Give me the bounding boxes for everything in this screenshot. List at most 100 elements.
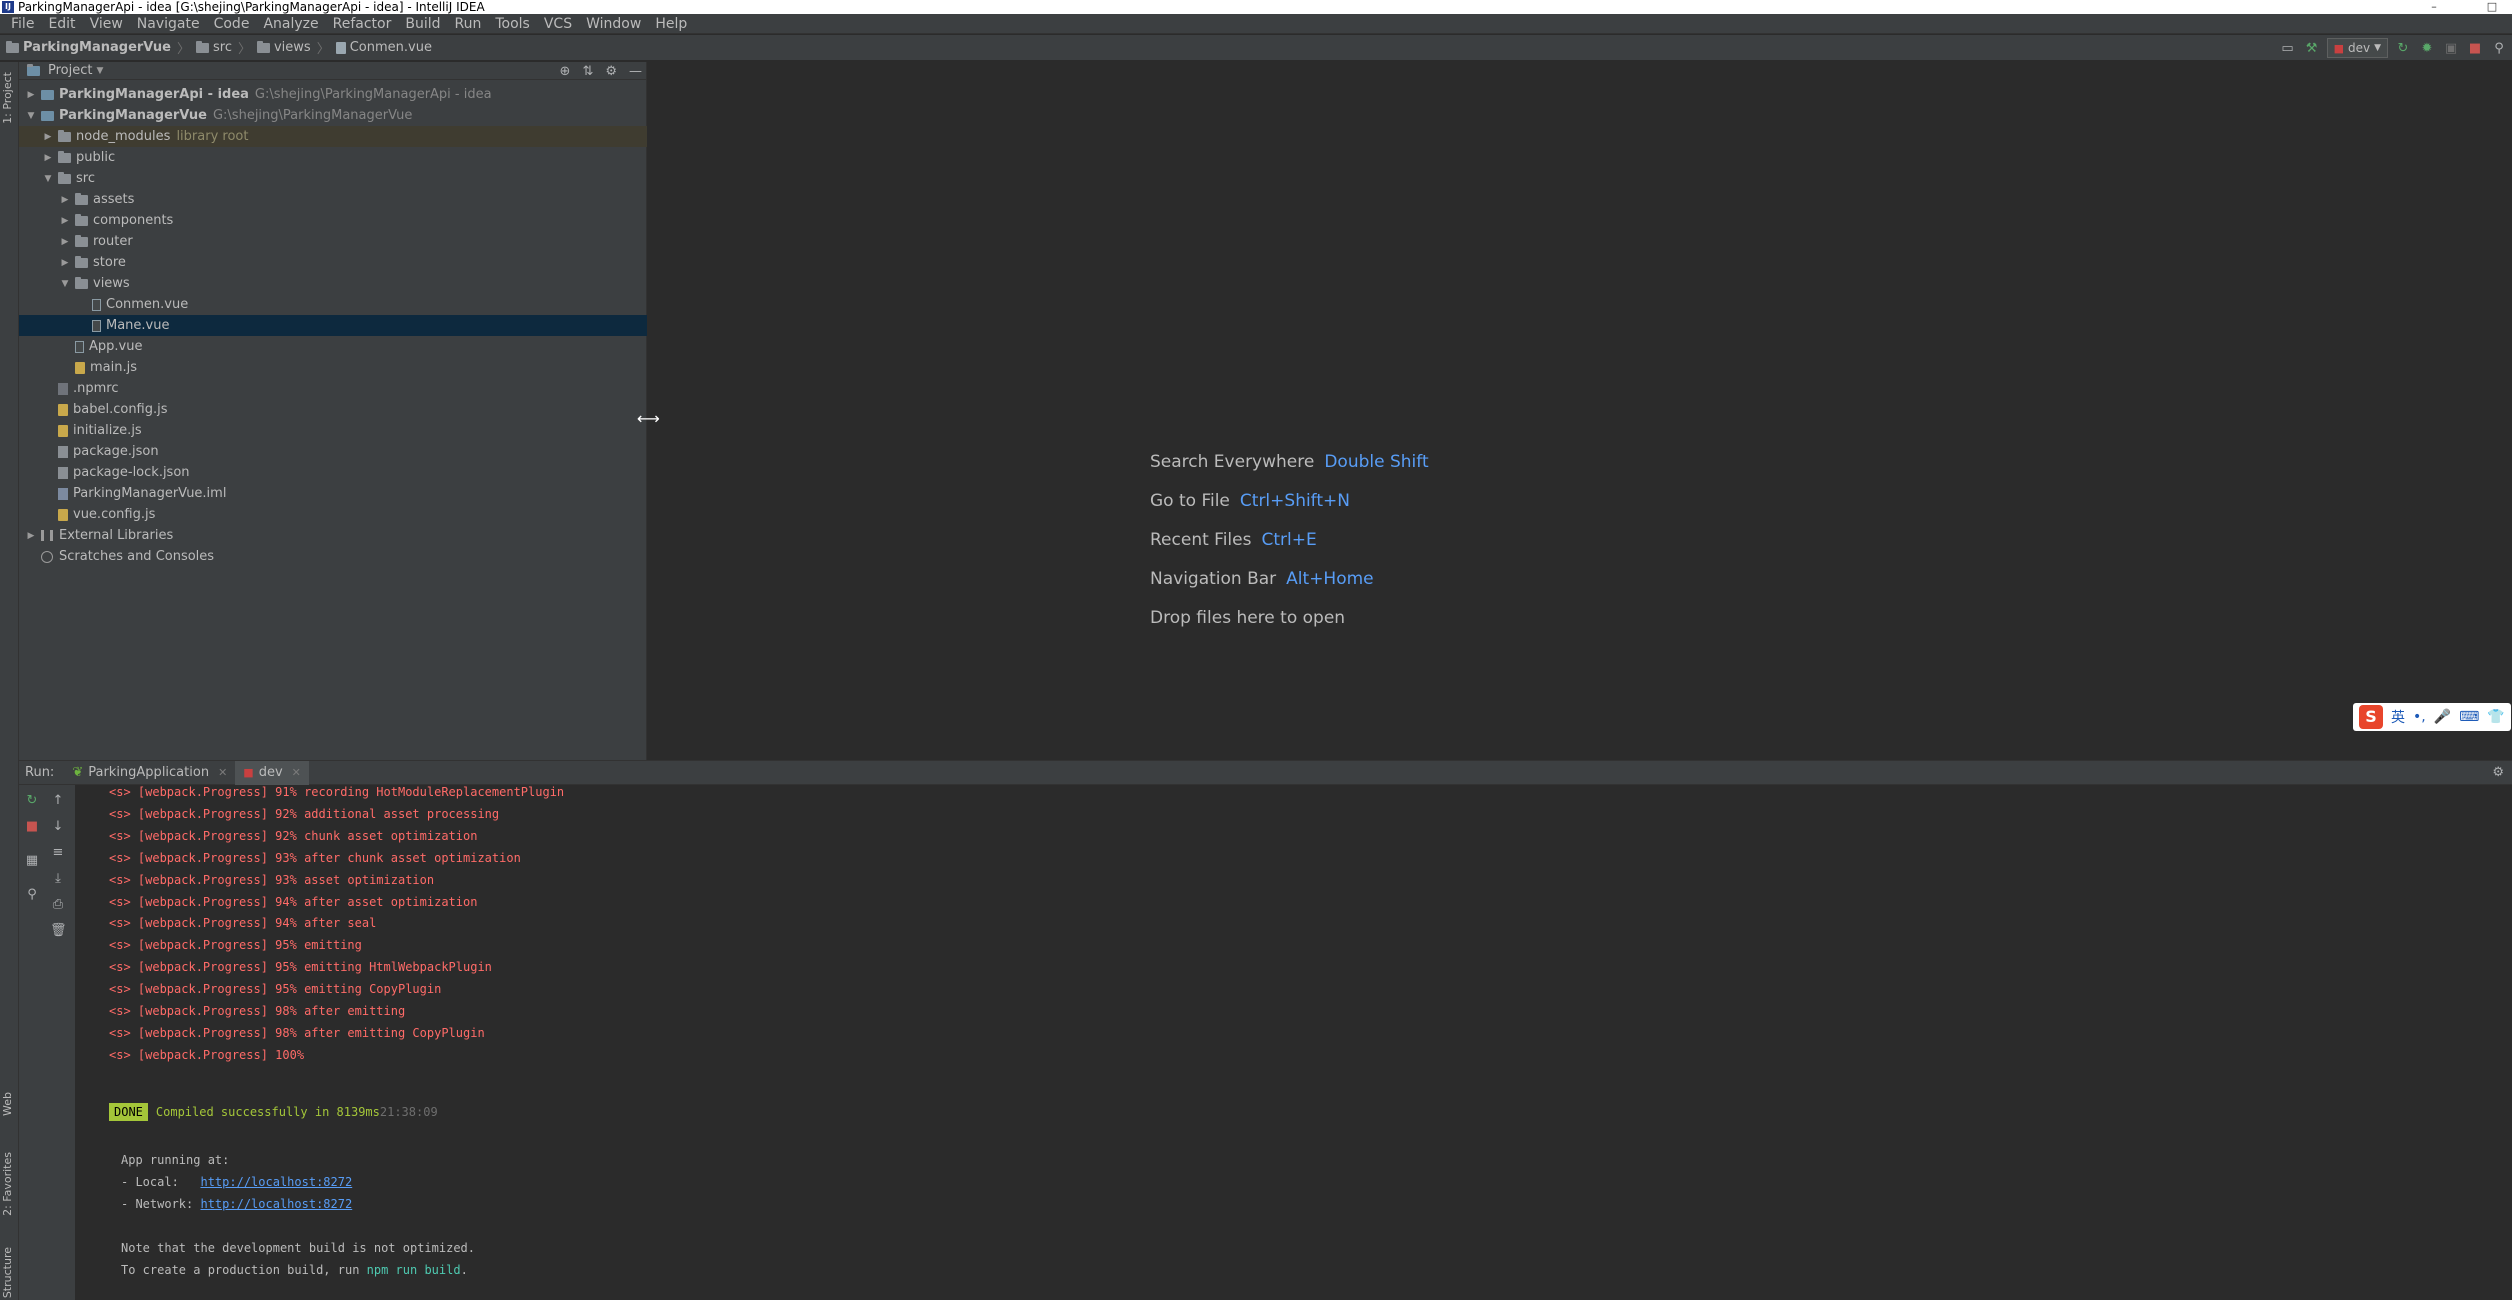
collapse-all-icon[interactable]: ⇅ [582,64,593,79]
collapsed-arrow-icon[interactable]: ▶ [25,531,37,541]
editor-empty-area[interactable]: Search Everywhere Double Shift Go to File C… [648,62,2512,760]
menu-tools[interactable]: Tools [488,16,537,32]
web-tool-tab[interactable]: Web [1,1092,18,1116]
tree-item[interactable]: ▶ public [19,147,647,168]
tree-item[interactable]: ▼ ParkingManagerVue G:\shejing\ParkingMana… [19,105,647,126]
menu-navigate[interactable]: Navigate [130,16,207,32]
soft-wrap-icon[interactable]: ≡ [50,845,66,861]
locate-icon[interactable]: ⊕ [560,64,571,79]
tree-item[interactable]: ParkingManagerVue.iml [19,483,647,504]
menu-window[interactable]: Window [579,16,648,32]
project-tool-tab[interactable]: 1: Project [1,72,18,124]
project-view-selector[interactable]: Project ▼ [27,63,103,78]
gear-icon[interactable]: ⚙ [605,64,617,79]
scroll-up-icon[interactable]: ↑ [50,793,66,809]
json-file-icon [58,445,68,458]
network-url-link[interactable]: http://localhost:8272 [200,1197,352,1211]
coverage-icon[interactable]: ▣ [2442,39,2460,57]
tree-item[interactable]: package.json [19,441,647,462]
tree-item[interactable]: ▶ assets [19,189,647,210]
breadcrumb-views[interactable]: views [274,40,311,55]
ime-microphone-icon[interactable]: 🎤 [2434,709,2451,725]
ime-keyboard-icon[interactable]: ⌨ [2459,709,2479,725]
tree-item[interactable]: main.js [19,357,647,378]
collapsed-arrow-icon[interactable]: ▶ [59,237,71,247]
debug-icon[interactable]: ✹ [2418,39,2436,57]
tree-item[interactable]: ▶ node_modules library root [19,126,647,147]
expanded-arrow-icon[interactable]: ▼ [42,174,54,184]
hide-icon[interactable]: — [629,64,642,79]
breadcrumb-project[interactable]: ParkingManagerVue [23,40,171,55]
structure-tool-tab[interactable]: Structure [1,1247,18,1298]
maximize-button[interactable]: □ [2472,0,2512,14]
run-config-selector[interactable]: ■ dev ▼ [2326,38,2388,58]
trash-icon[interactable]: 🗑 [50,923,67,939]
menu-refactor[interactable]: Refactor [326,16,399,32]
menu-file[interactable]: File [4,16,41,32]
print-icon[interactable]: ⎙ [50,897,66,913]
menu-view[interactable]: View [83,16,130,32]
run-tab-parkingapplication[interactable]: ❦ ParkingApplication ✕ [64,761,235,785]
collapsed-arrow-icon[interactable]: ▶ [59,258,71,268]
tree-item[interactable]: ▼ src [19,168,647,189]
menu-analyze[interactable]: Analyze [256,16,325,32]
pin-icon[interactable]: ⚲ [24,887,40,903]
ime-punctuation-icon[interactable]: •, [2413,709,2426,725]
console-output[interactable]: DONE Compiled successfully in 8139ms 21:… [75,785,2512,1300]
rerun-icon[interactable]: ↻ [2394,39,2412,57]
tree-item[interactable]: babel.config.js [19,399,647,420]
collapsed-arrow-icon[interactable]: ▶ [59,195,71,205]
tree-item[interactable]: package-lock.json [19,462,647,483]
minimize-button[interactable]: – [2414,0,2454,14]
build-command: npm run build [366,1263,461,1277]
scroll-to-end-icon[interactable]: ⤓ [50,871,66,887]
layout-icon[interactable]: ▭ [2279,39,2297,57]
menu-run[interactable]: Run [448,16,489,32]
ime-language[interactable]: 英 [2391,707,2405,727]
rerun-icon[interactable]: ↻ [24,793,40,809]
build-hammer-icon[interactable]: ⚒ [2303,39,2321,57]
menu-help[interactable]: Help [648,16,694,32]
tree-item[interactable]: Conmen.vue [19,294,647,315]
layout-icon[interactable]: ▦ [24,853,40,869]
run-tab-dev[interactable]: ■ dev ✕ [235,760,309,785]
close-icon[interactable]: ✕ [292,766,301,779]
collapsed-arrow-icon[interactable]: ▶ [59,216,71,226]
close-icon[interactable]: ✕ [218,766,227,779]
tree-item[interactable]: App.vue [19,336,647,357]
ime-skin-icon[interactable]: 👕 [2487,709,2504,725]
expanded-arrow-icon[interactable]: ▼ [59,279,71,289]
menu-code[interactable]: Code [207,16,257,32]
local-url-link[interactable]: http://localhost:8272 [200,1175,352,1189]
expanded-arrow-icon[interactable]: ▼ [25,111,37,121]
tree-item[interactable]: Scratches and Consoles [19,546,647,567]
favorites-tool-tab[interactable]: 2: Favorites [1,1152,18,1216]
breadcrumb-file[interactable]: Conmen.vue [350,40,432,55]
collapsed-arrow-icon[interactable]: ▶ [25,90,37,100]
tree-item[interactable]: ▶ External Libraries [19,525,647,546]
tree-item[interactable]: ▼ views [19,273,647,294]
stop-icon[interactable]: ■ [2466,39,2484,57]
js-file-icon [58,403,68,416]
ime-toolbar[interactable]: S 英 •, 🎤 ⌨ 👕 [2353,703,2511,731]
tree-item[interactable]: Mane.vue [19,315,647,336]
tree-item[interactable]: ▶ components [19,210,647,231]
tree-item-label: vue.config.js [73,507,156,522]
scroll-down-icon[interactable]: ↓ [50,819,66,835]
menu-vcs[interactable]: VCS [537,16,579,32]
tree-item[interactable]: .npmrc [19,378,647,399]
menu-build[interactable]: Build [398,16,447,32]
tree-item[interactable]: ▶ store [19,252,647,273]
collapsed-arrow-icon[interactable]: ▶ [42,153,54,163]
stop-icon[interactable]: ■ [24,819,40,835]
gear-icon[interactable]: ⚙ [2492,765,2504,780]
breadcrumb-src[interactable]: src [213,40,232,55]
tree-item[interactable]: initialize.js [19,420,647,441]
project-icon [27,63,40,76]
tree-item[interactable]: vue.config.js [19,504,647,525]
menu-edit[interactable]: Edit [41,16,82,32]
search-icon[interactable]: ⚲ [2490,39,2508,57]
tree-item[interactable]: ▶ router [19,231,647,252]
tree-item[interactable]: ▶ ParkingManagerApi - idea G:\shejing\Park… [19,84,647,105]
collapsed-arrow-icon[interactable]: ▶ [42,132,54,142]
